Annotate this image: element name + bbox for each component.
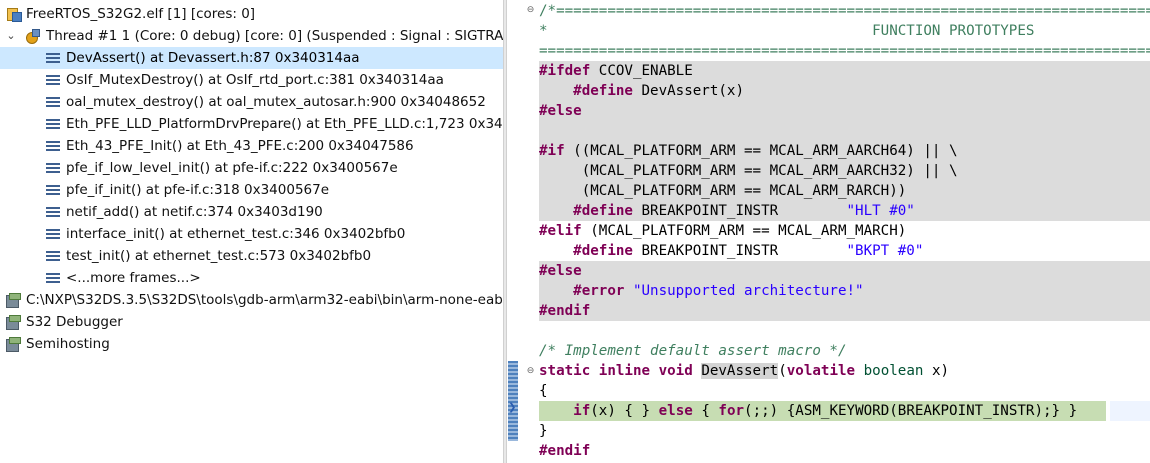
code-line: #error "Unsupported architecture!" xyxy=(539,281,1150,301)
code-line: #define BREAKPOINT_INSTR "BKPT #0" xyxy=(539,243,924,259)
code-line: #else xyxy=(539,101,1150,121)
code-line: ========================================… xyxy=(539,43,1150,59)
code-editor[interactable]: ❯ ⊖ ⊖ /*================================… xyxy=(507,0,1150,463)
code-line: #if ((MCAL_PLATFORM_ARM == MCAL_ARM_AARC… xyxy=(539,141,1150,161)
launch-config-label: FreeRTOS_S32G2.elf [1] [cores: 0] xyxy=(26,6,256,22)
stack-frame-label: oal_mutex_destroy() at oal_mutex_autosar… xyxy=(66,94,486,110)
stack-frame-icon xyxy=(46,73,62,87)
stack-frame-label: Eth_43_PFE_Init() at Eth_43_PFE.c:200 0x… xyxy=(66,138,414,154)
more-frames-item[interactable]: <...more frames...> xyxy=(0,267,503,289)
process-label: Semihosting xyxy=(26,336,110,352)
stack-frame-icon xyxy=(46,139,62,153)
debug-view: FreeRTOS_S32G2.elf [1] [cores: 0] ⌄ Thre… xyxy=(0,0,503,463)
stack-frame-icon xyxy=(46,205,62,219)
process-node-semihosting[interactable]: Semihosting xyxy=(0,333,503,355)
code-line: /*======================================… xyxy=(539,3,1150,19)
process-icon xyxy=(5,337,21,352)
process-icon xyxy=(5,315,21,330)
process-label: C:\NXP\S32DS.3.5\S32DS\tools\gdb-arm\arm… xyxy=(26,292,503,308)
overview-ruler: ❯ xyxy=(507,0,520,463)
code-line: static inline void DevAssert(volatile bo… xyxy=(539,363,950,379)
stack-frame-label: pfe_if_low_level_init() at pfe-if.c:222 … xyxy=(66,160,398,176)
current-instruction-line: if(x) { } else { for(;;) {ASM_KEYWORD(BR… xyxy=(539,401,1150,421)
stack-frame-row[interactable]: DevAssert() at Devassert.h:87 0x340314aa xyxy=(0,47,503,69)
stack-frame-row[interactable]: Eth_PFE_LLD_PlatformDrvPrepare() at Eth_… xyxy=(0,113,503,135)
stack-frame-icon xyxy=(46,249,62,263)
code-line: #ifdef CCOV_ENABLE xyxy=(539,61,1150,81)
launch-config-icon xyxy=(6,7,22,22)
launch-config-node[interactable]: FreeRTOS_S32G2.elf [1] [cores: 0] xyxy=(0,3,503,25)
code-line: * FUNCTION PROTOTYPES xyxy=(539,23,1035,39)
stack-frame-label: OsIf_MutexDestroy() at OsIf_rtd_port.c:3… xyxy=(66,72,444,88)
code-line: #endif xyxy=(539,301,1150,321)
stack-frame-row[interactable]: pfe_if_low_level_init() at pfe-if.c:222 … xyxy=(0,157,503,179)
process-icon xyxy=(5,293,21,308)
fold-toggle-icon[interactable]: ⊖ xyxy=(526,6,535,15)
code-line: #define DevAssert(x) xyxy=(539,81,1150,101)
instruction-pointer-icon: ❯ xyxy=(508,402,517,413)
stack-frame-label: netif_add() at netif.c:374 0x3403d190 xyxy=(66,204,323,220)
stack-frame-icon xyxy=(46,271,62,285)
chevron-down-icon[interactable]: ⌄ xyxy=(5,25,17,47)
code-line: #endif xyxy=(539,443,591,459)
fn-name-occurrence: DevAssert xyxy=(701,363,779,379)
stack-frame-row[interactable]: test_init() at ethernet_test.c:573 0x340… xyxy=(0,245,503,267)
code-lines: /*======================================… xyxy=(539,1,1150,461)
code-line: #elif (MCAL_PLATFORM_ARM == MCAL_ARM_MAR… xyxy=(539,223,907,239)
stack-frame-icon xyxy=(46,161,62,175)
code-line: /* Implement default assert macro */ xyxy=(539,343,847,359)
code-line: #else xyxy=(539,261,1150,281)
stack-frame-label: pfe_if_init() at pfe-if.c:318 0x3400567e xyxy=(66,182,330,198)
stack-frame-row[interactable]: Eth_43_PFE_Init() at Eth_43_PFE.c:200 0x… xyxy=(0,135,503,157)
stack-frame-icon xyxy=(46,51,62,65)
stack-frame-label: Eth_PFE_LLD_PlatformDrvPrepare() at Eth_… xyxy=(66,116,503,132)
code-line: #define BREAKPOINT_INSTR "HLT #0" xyxy=(539,201,1150,221)
folding-gutter: ⊖ ⊖ xyxy=(520,0,539,463)
process-node-gdb[interactable]: C:\NXP\S32DS.3.5\S32DS\tools\gdb-arm\arm… xyxy=(0,289,503,311)
stack-frame-label: <...more frames...> xyxy=(66,270,201,286)
stack-frame-icon xyxy=(46,117,62,131)
stack-frame-label: DevAssert() at Devassert.h:87 0x340314aa xyxy=(66,50,360,66)
code-line: (MCAL_PLATFORM_ARM == MCAL_ARM_AARCH32) … xyxy=(539,161,1150,181)
process-node-s32-debugger[interactable]: S32 Debugger xyxy=(0,311,503,333)
stack-frame-icon xyxy=(46,227,62,241)
stack-frame-row[interactable]: OsIf_MutexDestroy() at OsIf_rtd_port.c:3… xyxy=(0,69,503,91)
stack-frame-icon xyxy=(46,183,62,197)
code-line xyxy=(539,121,1150,141)
quick-diff-change-bar xyxy=(508,361,518,441)
stack-frame-row[interactable]: oal_mutex_destroy() at oal_mutex_autosar… xyxy=(0,91,503,113)
stack-frame-icon xyxy=(46,95,62,109)
code-line: } xyxy=(539,423,548,439)
stack-frame-row[interactable]: pfe_if_init() at pfe-if.c:318 0x3400567e xyxy=(0,179,503,201)
stack-frame-row[interactable]: netif_add() at netif.c:374 0x3403d190 xyxy=(0,201,503,223)
stack-frame-row[interactable]: interface_init() at ethernet_test.c:346 … xyxy=(0,223,503,245)
process-label: S32 Debugger xyxy=(26,314,123,330)
code-line: (MCAL_PLATFORM_ARM == MCAL_ARM_RARCH)) xyxy=(539,181,1150,201)
code-line: { xyxy=(539,383,548,399)
thread-icon xyxy=(24,29,40,44)
stack-frame-label: test_init() at ethernet_test.c:573 0x340… xyxy=(66,248,372,264)
stack-frame-label: interface_init() at ethernet_test.c:346 … xyxy=(66,226,406,242)
thread-label: Thread #1 1 (Core: 0 debug) [core: 0] (S… xyxy=(46,28,503,44)
fold-toggle-icon[interactable]: ⊖ xyxy=(526,367,535,376)
thread-node[interactable]: ⌄ Thread #1 1 (Core: 0 debug) [core: 0] … xyxy=(0,25,503,47)
